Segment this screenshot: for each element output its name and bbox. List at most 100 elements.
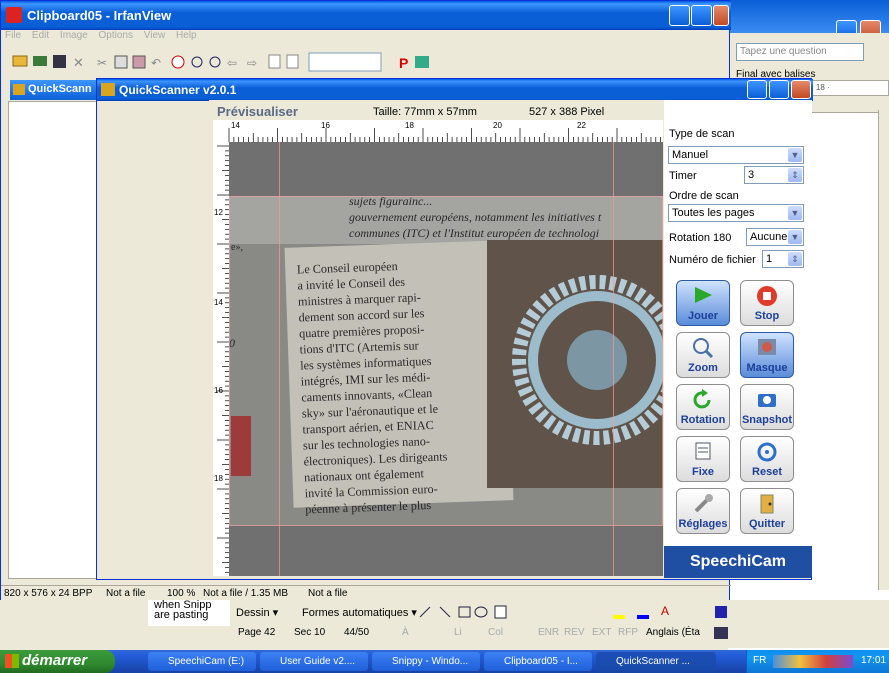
- spellcheck-icon: [714, 627, 728, 639]
- menu-edit[interactable]: Edit: [32, 30, 49, 41]
- fixe-label: Fixe: [691, 466, 714, 478]
- chevron-down-icon: ▼: [788, 148, 802, 162]
- word-bullet-text: when Snipp are pasting: [148, 600, 230, 626]
- undo-icon: ↶: [151, 56, 161, 70]
- snapshot-button[interactable]: Snapshot: [740, 384, 794, 430]
- dessin-menu[interactable]: Dessin ▾: [236, 606, 278, 619]
- quickscanner-maximize-button[interactable]: [769, 80, 789, 99]
- menu-options[interactable]: Options: [99, 30, 133, 41]
- start-button[interactable]: démarrer: [0, 650, 115, 673]
- quickscanner-app-icon: [101, 83, 115, 96]
- word-status-bar: Page 42 Sec 10 44/50 À Li Col ENR REV EX…: [230, 624, 889, 642]
- quickscanner-close-button[interactable]: [791, 80, 811, 99]
- word-ruler: · 18 ·: [808, 80, 889, 96]
- open-icon: [12, 55, 28, 67]
- preview-area[interactable]: 14 16 18 20 22 12 14 16 18 sujets figura…: [213, 120, 663, 576]
- control-panel: Type de scan Manuel ▼ Timer 3 ⇕ Ordre de…: [664, 100, 812, 578]
- textbox-tool-icon: [494, 605, 507, 619]
- paste-icon: [132, 55, 146, 69]
- rotation-select[interactable]: Aucune ▼: [746, 228, 804, 246]
- language-indicator[interactable]: FR: [753, 655, 766, 666]
- menu-image[interactable]: Image: [60, 30, 88, 41]
- task-clipboard[interactable]: Clipboard05 - I...: [484, 652, 592, 671]
- tray-icons[interactable]: [773, 655, 853, 668]
- scanned-image: sujets figurainc... gouvernement europée…: [229, 196, 663, 526]
- zoom-in-icon: [191, 56, 203, 68]
- zoom-button[interactable]: Zoom: [676, 332, 730, 378]
- prev-icon: ⇦: [227, 56, 237, 70]
- irfanview-maximize-button[interactable]: [691, 5, 712, 26]
- shadow-icon: [715, 606, 727, 618]
- spinner-icon: ⇕: [788, 168, 802, 182]
- start-label: démarrer: [22, 652, 88, 669]
- stop-button[interactable]: Stop: [740, 280, 794, 326]
- wrench-icon: [694, 494, 713, 513]
- quickscanner-minimize-button[interactable]: [747, 80, 767, 99]
- camera-icon: [758, 394, 776, 407]
- word-scrollbar[interactable]: [878, 110, 889, 590]
- mask-top: [229, 142, 663, 196]
- copy-icon: [114, 55, 128, 69]
- word-drawing-toolbar: Dessin ▾ Formes automatiques ▾ A: [230, 602, 889, 622]
- mask-icon: [758, 339, 776, 355]
- timer-stepper[interactable]: 3 ⇕: [744, 166, 804, 184]
- word-question-input[interactable]: Tapez une question: [736, 43, 864, 61]
- reglages-label: Réglages: [678, 518, 728, 530]
- rotation-button[interactable]: Rotation: [676, 384, 730, 430]
- slideshow-icon: [33, 56, 47, 66]
- reset-button[interactable]: Reset: [740, 436, 794, 482]
- ruler-mark-22: 22: [577, 121, 586, 130]
- fixe-button[interactable]: Fixe: [676, 436, 730, 482]
- menu-view[interactable]: View: [144, 30, 166, 41]
- menu-help[interactable]: Help: [176, 30, 197, 41]
- status-sec: Sec 10: [294, 627, 326, 638]
- task-quickscanner[interactable]: QuickScanner ...: [596, 652, 716, 671]
- timer-label: Timer: [669, 170, 697, 182]
- chevron-down-icon: ▼: [788, 230, 802, 244]
- numero-stepper[interactable]: 1 ⇕: [762, 250, 804, 268]
- status-zoom: 100 %: [167, 588, 196, 599]
- status-file-2: Not a file: [308, 588, 348, 599]
- mask-bottom: [229, 526, 663, 576]
- irfanview-menu-bar: File Edit Image Options View Help: [1, 30, 731, 47]
- exit-door-icon: [760, 494, 774, 514]
- reset-icon: [757, 442, 777, 462]
- status-enr: ENR: [538, 627, 560, 638]
- irfanview-app-icon: [6, 7, 22, 23]
- quitter-label: Quitter: [748, 518, 786, 530]
- menu-file[interactable]: File: [5, 30, 21, 41]
- size-label: Taille: 77mm x 57mm: [373, 106, 477, 118]
- jouer-button[interactable]: Jouer: [676, 280, 730, 326]
- vruler-mark-16: 16: [214, 386, 223, 395]
- irfanview-canvas-left: [8, 101, 100, 579]
- status-ext: EXT: [592, 627, 612, 638]
- rotate-icon: [693, 389, 711, 409]
- scanner-icon: [415, 56, 429, 68]
- task-speechicam[interactable]: SpeechiCam (E:): [148, 652, 256, 671]
- jouer-label: Jouer: [688, 310, 718, 322]
- ordre-select[interactable]: Toutes les pages ▼: [668, 204, 804, 222]
- quitter-button[interactable]: Quitter: [740, 488, 794, 534]
- reglages-button[interactable]: Réglages: [676, 488, 730, 534]
- line-color-icon: [637, 615, 649, 619]
- task-label: Snippy - Windo...: [392, 656, 469, 667]
- masque-button[interactable]: Masque: [740, 332, 794, 378]
- task-label: QuickScanner ...: [616, 656, 690, 667]
- formes-menu[interactable]: Formes automatiques ▾: [302, 606, 417, 619]
- rotation-select-value: Aucune: [750, 231, 788, 243]
- irfanview-minimize-button[interactable]: [669, 5, 690, 26]
- rotation-label: Rotation 180: [669, 232, 732, 244]
- ruler-mark-20: 20: [493, 121, 502, 130]
- paint-icon: P: [399, 55, 408, 71]
- taskbar: démarrer SpeechiCam (E:) User Guide v2..…: [0, 650, 889, 673]
- ordre-label: Ordre de scan: [669, 190, 739, 202]
- system-tray: FR 17:01: [746, 650, 889, 673]
- task-user-guide[interactable]: User Guide v2....: [260, 652, 368, 671]
- first-icon: [268, 54, 281, 69]
- task-label: Clipboard05 - I...: [504, 656, 578, 667]
- next-icon: ⇨: [247, 56, 257, 70]
- status-size: Not a file / 1.35 MB: [203, 588, 289, 599]
- irfanview-close-button[interactable]: [713, 5, 729, 26]
- task-snippy[interactable]: Snippy - Windo...: [372, 652, 480, 671]
- type-select[interactable]: Manuel ▼: [668, 146, 804, 164]
